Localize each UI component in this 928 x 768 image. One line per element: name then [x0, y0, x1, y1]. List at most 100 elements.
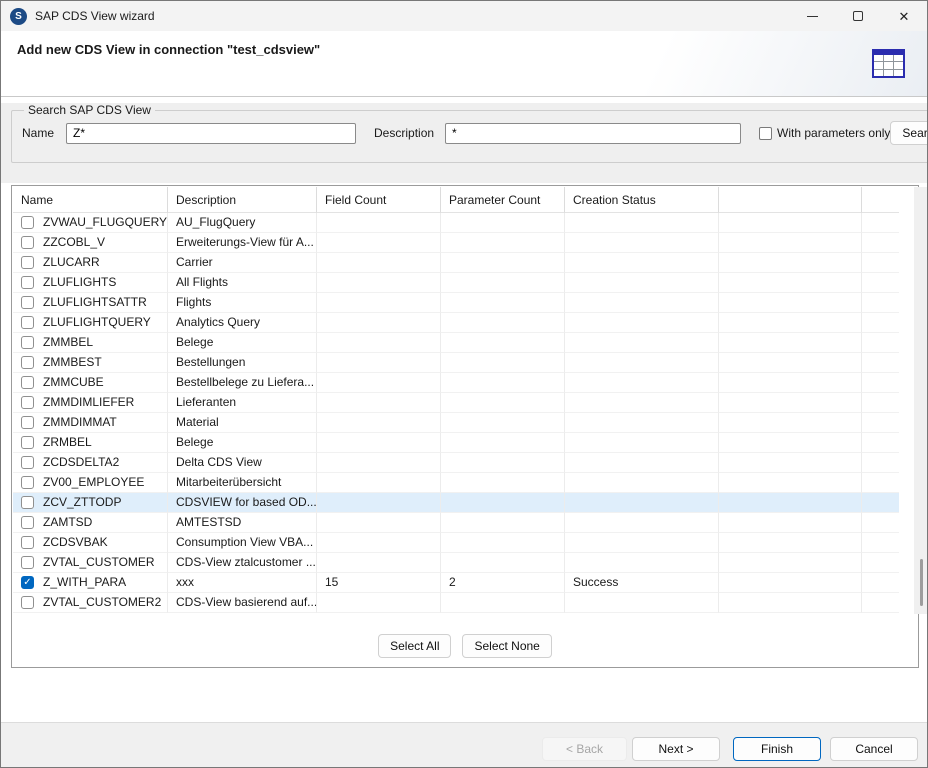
table-row[interactable]: ZCDSVBAKConsumption View VBA... [13, 533, 914, 553]
row-checkbox[interactable] [21, 336, 34, 349]
row-name-cell: ZCDSDELTA2 [13, 453, 168, 473]
table-row[interactable]: ZMMBESTBestellungen [13, 353, 914, 373]
row-name-label: ZMMBEST [43, 353, 102, 372]
table-body: ZVWAU_FLUGQUERYAU_FlugQueryZZCOBL_VErwei… [13, 213, 914, 613]
row-empty-cell [862, 213, 899, 233]
row-field-count-cell [317, 233, 441, 253]
table-row[interactable]: ZMMBELBelege [13, 333, 914, 353]
table-row[interactable]: ZAMTSDAMTESTSD [13, 513, 914, 533]
row-checkbox[interactable] [21, 256, 34, 269]
row-description-cell: Belege [168, 433, 317, 453]
row-empty-cell [862, 553, 899, 573]
finish-button[interactable]: Finish [733, 737, 821, 761]
back-button[interactable]: < Back [542, 737, 627, 761]
row-parameter-count-cell [441, 373, 565, 393]
row-checkbox[interactable] [21, 456, 34, 469]
table-row[interactable]: ZLUFLIGHTSATTRFlights [13, 293, 914, 313]
maximize-button[interactable] [835, 1, 881, 31]
row-name-label: ZAMTSD [43, 513, 92, 532]
row-creation-status-cell [565, 493, 719, 513]
table-row[interactable]: ✓Z_WITH_PARAxxx152Success [13, 573, 914, 593]
row-empty-cell [862, 573, 899, 593]
search-button[interactable]: Search [890, 121, 928, 145]
row-parameter-count-cell [441, 493, 565, 513]
select-all-button[interactable]: Select All [378, 634, 451, 658]
select-none-button[interactable]: Select None [462, 634, 551, 658]
row-field-count-cell [317, 393, 441, 413]
close-button[interactable]: ✕ [881, 1, 927, 31]
table-row[interactable]: ZCDSDELTA2Delta CDS View [13, 453, 914, 473]
row-checkbox[interactable] [21, 556, 34, 569]
row-empty-cell [862, 593, 899, 613]
row-empty-cell [862, 293, 899, 313]
table-row[interactable]: ZMMDIMMATMaterial [13, 413, 914, 433]
row-name-cell: ZMMCUBE [13, 373, 168, 393]
row-checkbox[interactable] [21, 276, 34, 289]
row-checkbox[interactable] [21, 516, 34, 529]
table-row[interactable]: ZVTAL_CUSTOMER2CDS-View basierend auf... [13, 593, 914, 613]
row-description-cell: Delta CDS View [168, 453, 317, 473]
row-name-label: ZRMBEL [43, 433, 92, 452]
column-header-name[interactable]: Name [13, 187, 168, 213]
row-description-cell: CDSVIEW for based OD... [168, 493, 317, 513]
row-empty-cell [862, 513, 899, 533]
row-empty-cell [862, 533, 899, 553]
search-section: Search SAP CDS View Name Description Wit… [1, 103, 927, 183]
row-parameter-count-cell [441, 333, 565, 353]
row-checkbox[interactable] [21, 296, 34, 309]
table-row[interactable]: ZCV_ZTTODPCDSVIEW for based OD... [13, 493, 914, 513]
row-description-cell: Flights [168, 293, 317, 313]
row-checkbox[interactable]: ✓ [21, 576, 34, 589]
scrollbar-thumb[interactable] [920, 559, 923, 606]
row-checkbox[interactable] [21, 356, 34, 369]
row-checkbox[interactable] [21, 496, 34, 509]
table-row[interactable]: ZRMBEL Belege [13, 433, 914, 453]
table-row[interactable]: ZMMCUBEBestellbelege zu Liefera... [13, 373, 914, 393]
column-header-empty [719, 187, 862, 213]
row-empty-cell [719, 413, 862, 433]
row-checkbox[interactable] [21, 596, 34, 609]
name-input[interactable] [66, 123, 356, 144]
row-checkbox[interactable] [21, 316, 34, 329]
table-row[interactable]: ZZCOBL_VErweiterungs-View für A... [13, 233, 914, 253]
row-checkbox[interactable] [21, 376, 34, 389]
row-checkbox[interactable] [21, 236, 34, 249]
row-description-cell: Consumption View VBA... [168, 533, 317, 553]
row-checkbox[interactable] [21, 396, 34, 409]
with-parameters-checkbox[interactable] [759, 127, 772, 140]
table-row[interactable]: ZLUCARRCarrier [13, 253, 914, 273]
next-button[interactable]: Next > [632, 737, 720, 761]
row-description-cell: Mitarbeiterübersicht [168, 473, 317, 493]
row-checkbox[interactable] [21, 216, 34, 229]
row-creation-status-cell [565, 293, 719, 313]
table-row[interactable]: ZV00_EMPLOYEEMitarbeiterübersicht [13, 473, 914, 493]
cancel-button[interactable]: Cancel [830, 737, 918, 761]
row-empty-cell [719, 353, 862, 373]
title-bar: S SAP CDS View wizard ✕ [1, 1, 927, 31]
row-parameter-count-cell [441, 593, 565, 613]
column-header-creation-status[interactable]: Creation Status [565, 187, 719, 213]
row-empty-cell [719, 553, 862, 573]
column-header-parameter-count[interactable]: Parameter Count [441, 187, 565, 213]
table-row[interactable]: ZMMDIMLIEFERLieferanten [13, 393, 914, 413]
table-row[interactable]: ZLUFLIGHTSAll Flights [13, 273, 914, 293]
column-header-field-count[interactable]: Field Count [317, 187, 441, 213]
column-header-description[interactable]: Description [168, 187, 317, 213]
row-name-cell: ZMMBEL [13, 333, 168, 353]
row-name-cell: ZLUFLIGHTQUERY [13, 313, 168, 333]
row-creation-status-cell [565, 513, 719, 533]
row-description-cell: AU_FlugQuery [168, 213, 317, 233]
row-checkbox[interactable] [21, 416, 34, 429]
row-empty-cell [862, 353, 899, 373]
table-row[interactable]: ZVTAL_CUSTOMERCDS-View ztalcustomer ... [13, 553, 914, 573]
row-checkbox[interactable] [21, 536, 34, 549]
table-row[interactable]: ZVWAU_FLUGQUERYAU_FlugQuery [13, 213, 914, 233]
row-field-count-cell [317, 533, 441, 553]
description-input[interactable] [445, 123, 741, 144]
row-description-cell: Lieferanten [168, 393, 317, 413]
minimize-button[interactable] [789, 1, 835, 31]
vertical-scrollbar[interactable] [914, 187, 928, 614]
row-checkbox[interactable] [21, 436, 34, 449]
row-checkbox[interactable] [21, 476, 34, 489]
table-row[interactable]: ZLUFLIGHTQUERYAnalytics Query [13, 313, 914, 333]
